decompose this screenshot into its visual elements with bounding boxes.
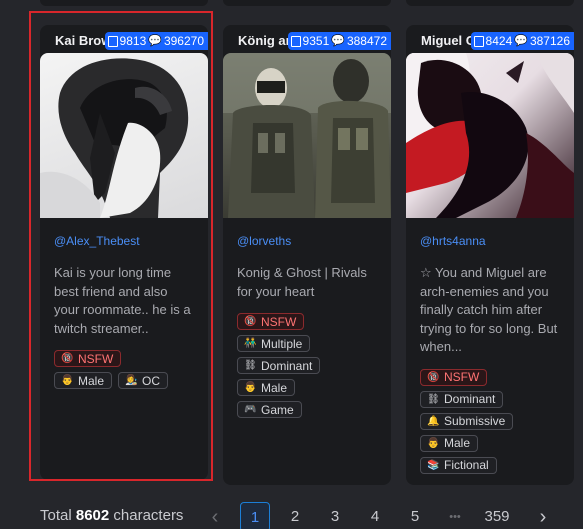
total-prefix: Total — [40, 507, 72, 524]
page-button-4[interactable]: 4 — [360, 502, 390, 529]
tag-label: NSFW — [444, 370, 480, 384]
creator-link[interactable]: @lorveths — [237, 234, 391, 248]
character-description: ☆ You and Miguel are arch-enemies and yo… — [420, 265, 558, 354]
ellipsis-button[interactable]: ••• — [440, 502, 470, 529]
character-image[interactable] — [406, 53, 574, 218]
gamepad-icon: 🎮 — [244, 404, 257, 415]
tag-multiple[interactable]: 👬 Multiple — [237, 335, 311, 352]
tag-oc[interactable]: 👩‍🎨 OC — [118, 372, 169, 389]
card-header: Miguel O'Hara 8424 💬 387126 — [406, 25, 574, 53]
tag-label: Fictional — [444, 458, 489, 472]
character-image[interactable] — [223, 53, 391, 218]
bell-icon: 🔔 — [427, 415, 440, 427]
character-card-kai-brown[interactable]: Kai Brown 9813 💬 396270 @Alex_Thebest Ka… — [40, 25, 208, 480]
tag-list: 🔞 NSFW 👬 Multiple ⛓ Dominant 👨 Male 🎮 Ga… — [237, 313, 391, 418]
book-count: 8424 — [485, 34, 513, 48]
tag-label: NSFW — [261, 314, 297, 329]
stats-badge: 9351 💬 388472 — [287, 32, 391, 50]
person-icon: 👨 — [427, 437, 440, 449]
tag-nsfw[interactable]: 🔞 NSFW — [420, 368, 488, 386]
artist-icon: 👩‍🎨 — [125, 375, 138, 386]
tag-list: 🔞 NSFW ⛓ Dominant 🔔 Submissive 👨 Male 📚 … — [420, 368, 574, 474]
stats-badge: 9813 💬 396270 — [104, 32, 208, 50]
next-page-button[interactable]: › — [528, 502, 558, 529]
chat-icon: 💬 — [514, 34, 528, 47]
people-icon: 👬 — [244, 338, 257, 349]
pagination-bar: Total 8602 characters ‹ 1 2 3 4 5 ••• 35… — [0, 500, 583, 529]
chat-icon: 💬 — [331, 34, 345, 47]
no-18-icon: 🔞 — [244, 316, 257, 327]
tag-dominant[interactable]: ⛓ Dominant — [237, 357, 321, 374]
no-18-icon: 🔞 — [427, 371, 440, 383]
tag-male[interactable]: 👨 Male — [237, 379, 296, 396]
page-button-5[interactable]: 5 — [400, 502, 430, 529]
character-card-miguel-ohara[interactable]: Miguel O'Hara 8424 💬 387126 @hrts4anna ☆… — [406, 25, 574, 485]
page-button-1[interactable]: 1 — [240, 502, 270, 529]
prev-page-button[interactable]: ‹ — [200, 502, 230, 529]
character-portrait-art — [40, 58, 189, 218]
tag-label: Male — [261, 380, 288, 395]
total-count: 8602 — [75, 507, 110, 524]
chat-icon: 💬 — [148, 34, 162, 47]
chat-count: 388472 — [346, 34, 387, 48]
card-header: König and Ghost 9351 💬 388472 — [223, 25, 391, 53]
character-description: Konig & Ghost | Rivals for your heart — [237, 265, 367, 299]
character-portrait-art — [223, 53, 391, 218]
chains-icon: ⛓ — [244, 360, 257, 371]
tag-list: 🔞 NSFW 👨 Male 👩‍🎨 OC — [54, 350, 208, 389]
page-button-last[interactable]: 359 — [482, 502, 512, 529]
chat-count: 396270 — [163, 34, 204, 48]
previous-card-bottom — [223, 0, 391, 6]
chat-count: 387126 — [529, 34, 570, 48]
character-description: Kai is your long time best friend and al… — [54, 265, 191, 336]
previous-card-bottom — [406, 0, 574, 6]
tag-label: Male — [444, 436, 471, 450]
character-card-konig-ghost[interactable]: König and Ghost 9351 💬 388472 @lorveths … — [223, 25, 391, 485]
tag-male[interactable]: 👨 Male — [54, 372, 113, 389]
tag-dominant[interactable]: ⛓ Dominant — [420, 390, 504, 408]
book-icon — [473, 35, 484, 47]
book-icon — [290, 35, 301, 47]
tag-label: Dominant — [444, 392, 496, 406]
books-icon: 📚 — [427, 459, 440, 471]
person-icon: 👨 — [61, 375, 74, 386]
previous-card-bottom — [40, 0, 208, 6]
total-suffix: characters — [113, 507, 184, 524]
tag-fictional[interactable]: 📚 Fictional — [420, 456, 497, 474]
creator-link[interactable]: @Alex_Thebest — [54, 234, 208, 248]
character-image[interactable] — [40, 53, 208, 218]
tag-submissive[interactable]: 🔔 Submissive — [420, 412, 514, 430]
tag-label: Multiple — [261, 336, 303, 351]
tag-nsfw[interactable]: 🔞 NSFW — [237, 313, 305, 330]
book-count: 9813 — [119, 34, 147, 48]
creator-link[interactable]: @hrts4anna — [420, 234, 574, 248]
book-count: 9351 — [302, 34, 330, 48]
card-header: Kai Brown 9813 💬 396270 — [40, 25, 208, 53]
book-icon — [107, 35, 118, 47]
page-button-2[interactable]: 2 — [280, 502, 310, 529]
tag-nsfw[interactable]: 🔞 NSFW — [54, 350, 122, 367]
tag-label: Submissive — [444, 414, 506, 428]
no-18-icon: 🔞 — [61, 353, 74, 364]
tag-male[interactable]: 👨 Male — [420, 434, 479, 452]
tag-label: Male — [78, 373, 105, 388]
character-portrait-art — [406, 53, 574, 218]
tag-label: Dominant — [261, 358, 313, 373]
chains-icon: ⛓ — [427, 393, 440, 405]
page-button-3[interactable]: 3 — [320, 502, 350, 529]
person-icon: 👨 — [244, 382, 257, 393]
tag-label: OC — [142, 373, 161, 388]
total-characters-text: Total 8602 characters — [40, 507, 183, 524]
stats-badge: 8424 💬 387126 — [470, 32, 574, 50]
tag-game[interactable]: 🎮 Game — [237, 401, 302, 418]
tag-label: NSFW — [78, 351, 114, 366]
tag-label: Game — [261, 402, 294, 417]
